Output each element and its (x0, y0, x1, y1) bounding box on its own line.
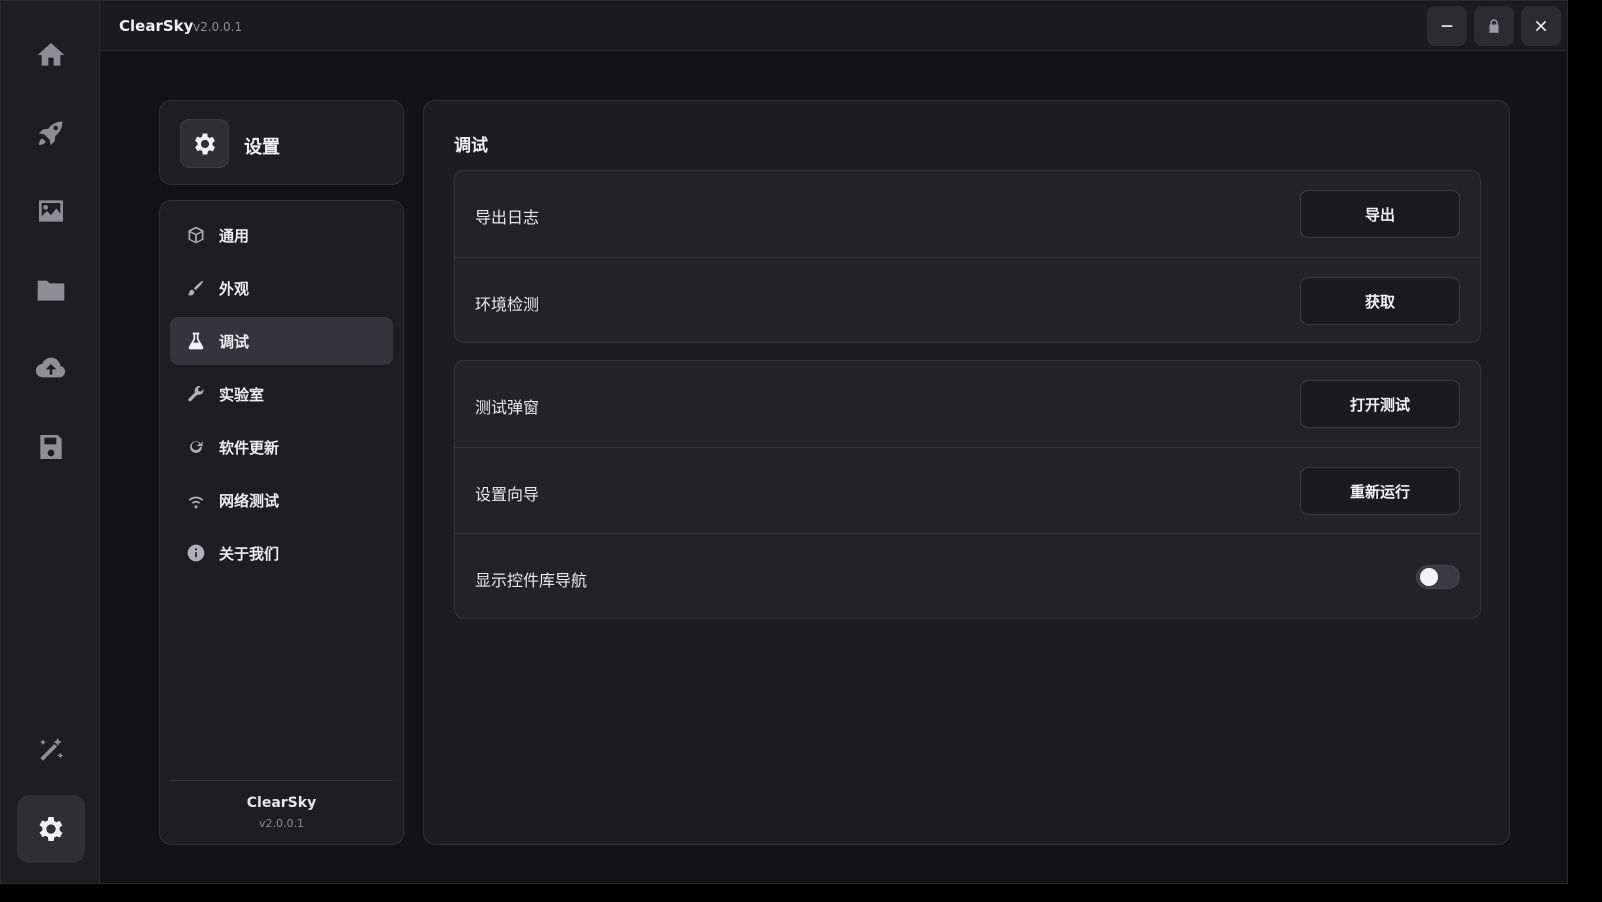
nav-label: 软件更新 (219, 439, 280, 457)
nav-footer-version: v2.0.0.1 (259, 817, 304, 830)
minimize-button[interactable] (1427, 6, 1467, 46)
settings-nav: 通用 外观 调试 实验室 软件更新 网络测试 关于我们 ClearSky v2.… (159, 200, 404, 845)
rail-folder-button[interactable] (17, 256, 85, 324)
title-bar: ClearSky v2.0.0.1 (100, 1, 1567, 51)
row-label: 环境检测 (475, 295, 540, 314)
nav-item-update[interactable]: 软件更新 (170, 423, 393, 471)
app-window: ClearSky v2.0.0.1 设置 通用 外观 调试 实验室 软件更新 网… (0, 0, 1568, 884)
setting-row-test-dialog: 测试弹窗 打开测试 (455, 361, 1480, 447)
image-icon (39, 200, 63, 222)
rail-gallery-button[interactable] (17, 177, 85, 245)
setting-row-env-check: 环境检测 获取 (455, 257, 1480, 342)
settings-header-card: 设置 (159, 100, 404, 185)
rail-save-button[interactable] (17, 413, 85, 481)
nav-label: 调试 (219, 333, 250, 351)
open-test-button[interactable]: 打开测试 (1300, 380, 1460, 428)
setting-row-widget-nav: 显示控件库导航 (455, 533, 1480, 618)
info-icon (187, 544, 205, 562)
toggle-knob (1420, 568, 1438, 586)
nav-label: 外观 (219, 280, 250, 298)
fetch-button[interactable]: 获取 (1300, 277, 1460, 325)
nav-item-about[interactable]: 关于我们 (170, 529, 393, 577)
nav-item-network[interactable]: 网络测试 (170, 476, 393, 524)
row-label: 导出日志 (475, 208, 540, 227)
rerun-button[interactable]: 重新运行 (1300, 467, 1460, 515)
nav-footer-app-name: ClearSky (246, 795, 317, 811)
cube-icon (188, 226, 204, 244)
nav-item-debug[interactable]: 调试 (170, 317, 393, 365)
brush-icon (187, 280, 204, 296)
settings-title: 设置 (244, 137, 280, 158)
row-label: 设置向导 (475, 485, 540, 504)
rail-home-button[interactable] (17, 21, 85, 89)
gear-icon (39, 817, 63, 841)
refresh-icon (190, 440, 203, 453)
gear-icon (194, 133, 215, 154)
settings-group-logs: 导出日志 导出 环境检测 获取 (454, 170, 1481, 343)
rail-launch-button[interactable] (17, 99, 85, 167)
nav-item-appearance[interactable]: 外观 (170, 264, 393, 312)
home-icon (37, 43, 65, 66)
lock-icon (1489, 19, 1499, 33)
side-rail (1, 1, 100, 883)
rocket-icon (39, 121, 63, 146)
nav-item-general[interactable]: 通用 (170, 211, 393, 259)
settings-header-icon-box (180, 119, 229, 168)
widget-nav-toggle[interactable] (1416, 565, 1460, 589)
app-title: ClearSky (119, 17, 194, 35)
setting-row-setup-wizard: 设置向导 重新运行 (455, 447, 1480, 533)
close-icon (1535, 20, 1547, 32)
nav-item-lab[interactable]: 实验室 (170, 370, 393, 418)
save-icon (40, 435, 62, 459)
section-title: 调试 (454, 136, 488, 156)
close-button[interactable] (1521, 6, 1561, 46)
flask-icon (188, 332, 204, 350)
cloud-upload-icon (35, 357, 66, 378)
row-label: 测试弹窗 (475, 398, 540, 417)
row-label: 显示控件库导航 (475, 571, 588, 590)
setting-row-export-log: 导出日志 导出 (455, 171, 1480, 257)
settings-group-tools: 测试弹窗 打开测试 设置向导 重新运行 显示控件库导航 (454, 360, 1481, 619)
magic-wand-icon (39, 738, 64, 761)
rail-magic-button[interactable] (17, 716, 85, 784)
export-button[interactable]: 导出 (1300, 190, 1460, 238)
rail-settings-button[interactable] (17, 795, 85, 863)
lock-button[interactable] (1474, 6, 1514, 46)
debug-panel: 调试 导出日志 导出 环境检测 获取 测试弹窗 打开测试 设置向导 重新运行 显… (423, 100, 1510, 845)
nav-label: 关于我们 (219, 545, 280, 563)
rail-cloud-button[interactable] (17, 334, 85, 402)
nav-label: 网络测试 (219, 492, 280, 510)
nav-label: 实验室 (219, 386, 265, 404)
app-version: v2.0.0.1 (193, 20, 243, 34)
folder-icon (37, 280, 65, 301)
wifi-icon (188, 496, 204, 509)
minimize-icon (1441, 25, 1453, 27)
nav-divider (170, 780, 393, 781)
nav-label: 通用 (219, 227, 250, 245)
wrench-icon (188, 385, 204, 402)
